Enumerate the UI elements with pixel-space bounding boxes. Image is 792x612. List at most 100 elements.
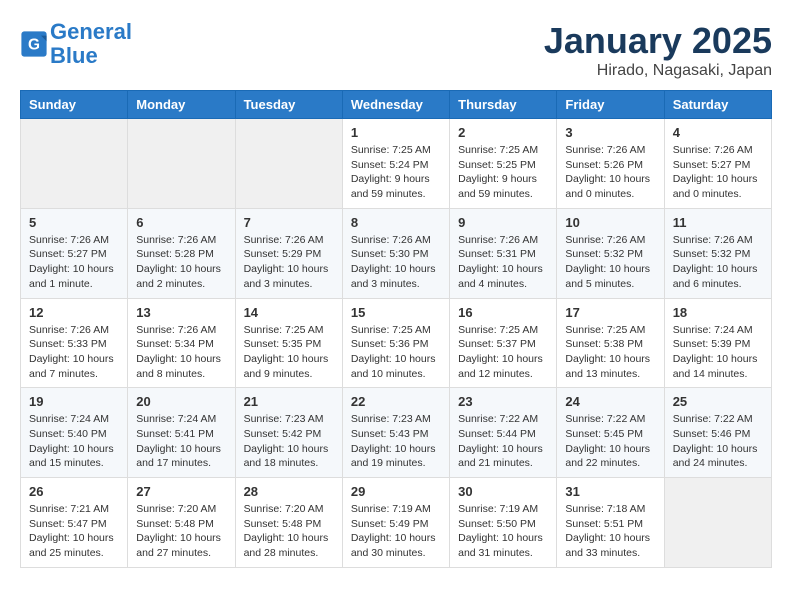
day-info: Sunrise: 7:23 AMSunset: 5:42 PMDaylight:… bbox=[244, 412, 334, 471]
calendar-cell: 26Sunrise: 7:21 AMSunset: 5:47 PMDayligh… bbox=[21, 478, 128, 568]
day-number: 19 bbox=[29, 394, 119, 409]
day-number: 30 bbox=[458, 484, 548, 499]
day-number: 29 bbox=[351, 484, 441, 499]
calendar-cell bbox=[664, 478, 771, 568]
day-info: Sunrise: 7:25 AMSunset: 5:37 PMDaylight:… bbox=[458, 323, 548, 382]
calendar-cell bbox=[235, 119, 342, 209]
day-info: Sunrise: 7:22 AMSunset: 5:44 PMDaylight:… bbox=[458, 412, 548, 471]
calendar-week-5: 26Sunrise: 7:21 AMSunset: 5:47 PMDayligh… bbox=[21, 478, 772, 568]
logo-text: General Blue bbox=[50, 20, 132, 68]
day-info: Sunrise: 7:25 AMSunset: 5:24 PMDaylight:… bbox=[351, 143, 441, 202]
day-number: 16 bbox=[458, 305, 548, 320]
day-number: 24 bbox=[565, 394, 655, 409]
day-info: Sunrise: 7:25 AMSunset: 5:36 PMDaylight:… bbox=[351, 323, 441, 382]
day-number: 4 bbox=[673, 125, 763, 140]
day-info: Sunrise: 7:22 AMSunset: 5:46 PMDaylight:… bbox=[673, 412, 763, 471]
calendar-cell bbox=[21, 119, 128, 209]
calendar-cell: 5 Sunrise: 7:26 AMSunset: 5:27 PMDaylight… bbox=[21, 208, 128, 298]
logo-icon: G bbox=[20, 30, 48, 58]
day-number: 5 bbox=[29, 215, 119, 230]
calendar-cell: 25 Sunrise: 7:22 AMSunset: 5:46 PMDayligh… bbox=[664, 388, 771, 478]
weekday-header-sunday: Sunday bbox=[21, 91, 128, 119]
day-info: Sunrise: 7:18 AMSunset: 5:51 PMDaylight:… bbox=[565, 502, 655, 561]
calendar-cell bbox=[128, 119, 235, 209]
day-number: 10 bbox=[565, 215, 655, 230]
calendar-week-3: 12Sunrise: 7:26 AMSunset: 5:33 PMDayligh… bbox=[21, 298, 772, 388]
title-area: January 2025 Hirado, Nagasaki, Japan bbox=[544, 20, 772, 80]
day-number: 9 bbox=[458, 215, 548, 230]
day-info: Sunrise: 7:20 AMSunset: 5:48 PMDaylight:… bbox=[136, 502, 226, 561]
calendar-cell: 22Sunrise: 7:23 AMSunset: 5:43 PMDayligh… bbox=[342, 388, 449, 478]
day-number: 6 bbox=[136, 215, 226, 230]
calendar-cell: 18 Sunrise: 7:24 AMSunset: 5:39 PMDayligh… bbox=[664, 298, 771, 388]
day-number: 12 bbox=[29, 305, 119, 320]
weekday-header-tuesday: Tuesday bbox=[235, 91, 342, 119]
calendar-cell: 13 Sunrise: 7:26 AMSunset: 5:34 PMDayligh… bbox=[128, 298, 235, 388]
day-number: 20 bbox=[136, 394, 226, 409]
calendar-week-4: 19Sunrise: 7:24 AMSunset: 5:40 PMDayligh… bbox=[21, 388, 772, 478]
logo-line1: General bbox=[50, 19, 132, 44]
day-info: Sunrise: 7:26 AMSunset: 5:32 PMDaylight:… bbox=[673, 233, 763, 292]
calendar-cell: 31Sunrise: 7:18 AMSunset: 5:51 PMDayligh… bbox=[557, 478, 664, 568]
day-info: Sunrise: 7:26 AMSunset: 5:30 PMDaylight:… bbox=[351, 233, 441, 292]
day-number: 18 bbox=[673, 305, 763, 320]
day-info: Sunrise: 7:24 AMSunset: 5:39 PMDaylight:… bbox=[673, 323, 763, 382]
day-info: Sunrise: 7:26 AMSunset: 5:26 PMDaylight:… bbox=[565, 143, 655, 202]
day-info: Sunrise: 7:19 AMSunset: 5:49 PMDaylight:… bbox=[351, 502, 441, 561]
day-number: 13 bbox=[136, 305, 226, 320]
weekday-header-row: SundayMondayTuesdayWednesdayThursdayFrid… bbox=[21, 91, 772, 119]
weekday-header-monday: Monday bbox=[128, 91, 235, 119]
day-info: Sunrise: 7:22 AMSunset: 5:45 PMDaylight:… bbox=[565, 412, 655, 471]
month-title: January 2025 bbox=[544, 20, 772, 62]
calendar-cell: 9 Sunrise: 7:26 AMSunset: 5:31 PMDaylight… bbox=[450, 208, 557, 298]
calendar-cell: 28 Sunrise: 7:20 AMSunset: 5:48 PMDayligh… bbox=[235, 478, 342, 568]
day-number: 1 bbox=[351, 125, 441, 140]
calendar-cell: 10 Sunrise: 7:26 AMSunset: 5:32 PMDayligh… bbox=[557, 208, 664, 298]
calendar-cell: 19Sunrise: 7:24 AMSunset: 5:40 PMDayligh… bbox=[21, 388, 128, 478]
calendar-cell: 12Sunrise: 7:26 AMSunset: 5:33 PMDayligh… bbox=[21, 298, 128, 388]
calendar-cell: 20 Sunrise: 7:24 AMSunset: 5:41 PMDayligh… bbox=[128, 388, 235, 478]
day-info: Sunrise: 7:26 AMSunset: 5:27 PMDaylight:… bbox=[673, 143, 763, 202]
svg-text:G: G bbox=[28, 37, 40, 54]
day-number: 28 bbox=[244, 484, 334, 499]
day-number: 3 bbox=[565, 125, 655, 140]
calendar-cell: 6 Sunrise: 7:26 AMSunset: 5:28 PMDaylight… bbox=[128, 208, 235, 298]
calendar-cell: 1 Sunrise: 7:25 AMSunset: 5:24 PMDaylight… bbox=[342, 119, 449, 209]
header: G General Blue January 2025 Hirado, Naga… bbox=[20, 20, 772, 80]
day-info: Sunrise: 7:24 AMSunset: 5:41 PMDaylight:… bbox=[136, 412, 226, 471]
day-number: 15 bbox=[351, 305, 441, 320]
day-info: Sunrise: 7:26 AMSunset: 5:28 PMDaylight:… bbox=[136, 233, 226, 292]
day-number: 8 bbox=[351, 215, 441, 230]
day-number: 21 bbox=[244, 394, 334, 409]
calendar-cell: 23 Sunrise: 7:22 AMSunset: 5:44 PMDayligh… bbox=[450, 388, 557, 478]
day-info: Sunrise: 7:26 AMSunset: 5:32 PMDaylight:… bbox=[565, 233, 655, 292]
day-number: 23 bbox=[458, 394, 548, 409]
weekday-header-friday: Friday bbox=[557, 91, 664, 119]
day-number: 25 bbox=[673, 394, 763, 409]
calendar-cell: 21 Sunrise: 7:23 AMSunset: 5:42 PMDayligh… bbox=[235, 388, 342, 478]
day-info: Sunrise: 7:26 AMSunset: 5:27 PMDaylight:… bbox=[29, 233, 119, 292]
day-info: Sunrise: 7:21 AMSunset: 5:47 PMDaylight:… bbox=[29, 502, 119, 561]
day-info: Sunrise: 7:23 AMSunset: 5:43 PMDaylight:… bbox=[351, 412, 441, 471]
day-info: Sunrise: 7:20 AMSunset: 5:48 PMDaylight:… bbox=[244, 502, 334, 561]
calendar-table: SundayMondayTuesdayWednesdayThursdayFrid… bbox=[20, 90, 772, 568]
calendar-week-2: 5 Sunrise: 7:26 AMSunset: 5:27 PMDaylight… bbox=[21, 208, 772, 298]
calendar-cell: 2 Sunrise: 7:25 AMSunset: 5:25 PMDaylight… bbox=[450, 119, 557, 209]
calendar-cell: 30Sunrise: 7:19 AMSunset: 5:50 PMDayligh… bbox=[450, 478, 557, 568]
calendar-cell: 11Sunrise: 7:26 AMSunset: 5:32 PMDayligh… bbox=[664, 208, 771, 298]
calendar-cell: 16 Sunrise: 7:25 AMSunset: 5:37 PMDayligh… bbox=[450, 298, 557, 388]
logo-line2: Blue bbox=[50, 43, 98, 68]
weekday-header-wednesday: Wednesday bbox=[342, 91, 449, 119]
day-info: Sunrise: 7:25 AMSunset: 5:25 PMDaylight:… bbox=[458, 143, 548, 202]
day-info: Sunrise: 7:26 AMSunset: 5:31 PMDaylight:… bbox=[458, 233, 548, 292]
calendar-cell: 4 Sunrise: 7:26 AMSunset: 5:27 PMDaylight… bbox=[664, 119, 771, 209]
calendar-cell: 24 Sunrise: 7:22 AMSunset: 5:45 PMDayligh… bbox=[557, 388, 664, 478]
calendar-cell: 8 Sunrise: 7:26 AMSunset: 5:30 PMDaylight… bbox=[342, 208, 449, 298]
day-info: Sunrise: 7:26 AMSunset: 5:34 PMDaylight:… bbox=[136, 323, 226, 382]
calendar-week-1: 1 Sunrise: 7:25 AMSunset: 5:24 PMDaylight… bbox=[21, 119, 772, 209]
day-number: 2 bbox=[458, 125, 548, 140]
day-info: Sunrise: 7:25 AMSunset: 5:35 PMDaylight:… bbox=[244, 323, 334, 382]
calendar-cell: 3 Sunrise: 7:26 AMSunset: 5:26 PMDaylight… bbox=[557, 119, 664, 209]
calendar-cell: 14Sunrise: 7:25 AMSunset: 5:35 PMDayligh… bbox=[235, 298, 342, 388]
calendar-cell: 7Sunrise: 7:26 AMSunset: 5:29 PMDaylight… bbox=[235, 208, 342, 298]
